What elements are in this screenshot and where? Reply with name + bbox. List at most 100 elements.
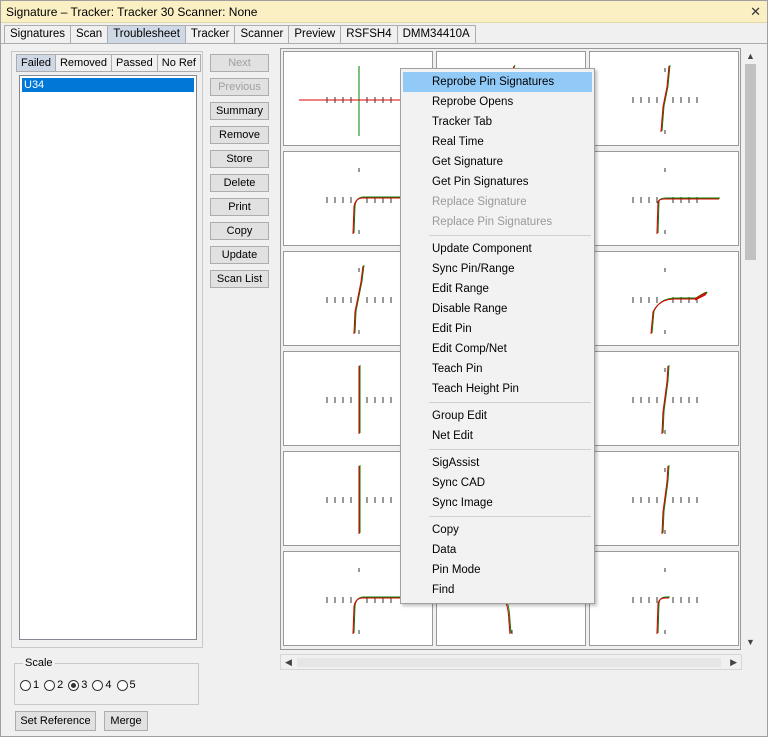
signature-panel[interactable] — [589, 51, 739, 146]
scale-option-2[interactable]: 2 — [44, 679, 63, 691]
scale-label: Scale — [23, 657, 55, 669]
menu-item-sigassist[interactable]: SigAssist — [403, 453, 592, 473]
tab-tracker[interactable]: Tracker — [184, 25, 236, 43]
menu-item-edit-pin[interactable]: Edit Pin — [403, 319, 592, 339]
tab-preview[interactable]: Preview — [288, 25, 342, 43]
scale-option-1[interactable]: 1 — [20, 679, 39, 691]
signature-plot — [632, 464, 698, 535]
signature-plot — [632, 268, 708, 335]
main-window: Signature – Tracker: Tracker 30 Scanner:… — [0, 0, 768, 737]
menu-item-copy[interactable]: Copy — [403, 520, 592, 540]
menu-item-disable-range[interactable]: Disable Range — [403, 299, 592, 319]
scale-option-4[interactable]: 4 — [92, 679, 112, 691]
list-tabs: Failed Removed Passed No Ref — [16, 54, 201, 72]
menu-item-sync-image[interactable]: Sync Image — [403, 493, 592, 513]
scroll-left-icon[interactable]: ◀ — [285, 657, 292, 668]
menu-item-teach-height-pin[interactable]: Teach Height Pin — [403, 379, 592, 399]
copy-button[interactable]: Copy — [210, 222, 269, 240]
menu-item-reprobe-opens[interactable]: Reprobe Opens — [403, 92, 592, 112]
radio-icon[interactable] — [92, 679, 104, 691]
radio-icon[interactable] — [20, 679, 31, 691]
menu-item-group-edit[interactable]: Group Edit — [403, 406, 592, 426]
signature-plot — [632, 64, 698, 134]
menu-item-reprobe-pin-signatures[interactable]: Reprobe Pin Signatures — [403, 72, 592, 92]
title-bar: Signature – Tracker: Tracker 30 Scanner:… — [1, 1, 767, 23]
tab-signatures[interactable]: Signatures — [4, 25, 71, 43]
list-tab-removed[interactable]: Removed — [54, 54, 113, 72]
signature-plot — [632, 568, 698, 635]
menu-separator — [429, 402, 591, 403]
scale-option-5[interactable]: 5 — [116, 679, 136, 691]
scale-option-label: 4 — [105, 679, 112, 691]
scan-list-button[interactable]: Scan List — [210, 270, 269, 288]
list-tab-no-ref[interactable]: No Ref — [156, 54, 201, 72]
tab-dmm34410a[interactable]: DMM34410A — [396, 25, 476, 43]
radio-icon[interactable] — [68, 679, 80, 691]
scale-option-3[interactable]: 3 — [68, 679, 87, 691]
scale-radios: 1 2 3 4 5 — [20, 679, 136, 691]
radio-icon[interactable] — [116, 679, 128, 691]
menu-item-data[interactable]: Data — [403, 540, 592, 560]
signature-panel[interactable] — [589, 251, 739, 346]
menu-item-sync-pin-range[interactable]: Sync Pin/Range — [403, 259, 592, 279]
signature-plot — [632, 364, 698, 435]
next-button[interactable]: Next — [210, 54, 269, 72]
menu-item-get-signature[interactable]: Get Signature — [403, 152, 592, 172]
menu-separator — [429, 516, 591, 517]
main-tabs: Signatures Scan Troublesheet Tracker Scanner… — [4, 25, 476, 43]
menu-item-edit-range[interactable]: Edit Range — [403, 279, 592, 299]
menu-item-get-pin-signatures[interactable]: Get Pin Signatures — [403, 172, 592, 192]
scale-option-label: 3 — [81, 679, 88, 691]
list-tab-passed[interactable]: Passed — [111, 54, 158, 72]
tab-troublesheet[interactable]: Troublesheet — [107, 25, 186, 43]
tab-divider — [1, 43, 767, 44]
menu-item-update-component[interactable]: Update Component — [403, 239, 592, 259]
failed-list[interactable]: U34 — [19, 75, 197, 640]
scroll-thumb[interactable] — [745, 64, 756, 260]
scroll-right-icon[interactable]: ▶ — [730, 657, 737, 668]
tab-scan[interactable]: Scan — [69, 25, 109, 43]
menu-item-replace-pin-signatures: Replace Pin Signatures — [432, 216, 553, 228]
scale-option-label: 2 — [57, 679, 64, 691]
scale-option-label: 1 — [33, 679, 40, 691]
scroll-up-icon[interactable]: ▲ — [746, 51, 755, 61]
hscroll-thumb[interactable] — [297, 658, 721, 667]
remove-button[interactable]: Remove — [210, 126, 269, 144]
summary-button[interactable]: Summary — [210, 102, 269, 120]
list-item[interactable]: U34 — [22, 78, 194, 92]
menu-separator — [429, 449, 591, 450]
signature-plot — [632, 168, 720, 235]
tab-scanner[interactable]: Scanner — [234, 25, 290, 43]
signature-panel[interactable] — [589, 451, 739, 546]
menu-item-find[interactable]: Find — [403, 580, 592, 600]
store-button[interactable]: Store — [210, 150, 269, 168]
scroll-down-icon[interactable]: ▼ — [746, 637, 755, 647]
delete-button[interactable]: Delete — [210, 174, 269, 192]
menu-item-tracker-tab[interactable]: Tracker Tab — [403, 112, 592, 132]
context-menu: Reprobe Pin Signatures Reprobe Opens Track… — [400, 68, 595, 604]
menu-separator — [429, 235, 591, 236]
scale-group: Scale 1 2 3 4 5 — [14, 657, 199, 705]
signature-panel[interactable] — [589, 351, 739, 446]
menu-item-real-time[interactable]: Real Time — [403, 132, 592, 152]
menu-item-pin-mode[interactable]: Pin Mode — [403, 560, 592, 580]
menu-item-edit-comp-net[interactable]: Edit Comp/Net — [403, 339, 592, 359]
update-button[interactable]: Update — [210, 246, 269, 264]
menu-item-net-edit[interactable]: Net Edit — [403, 426, 592, 446]
tab-rsfsh4[interactable]: RSFSH4 — [340, 25, 398, 43]
signature-panel[interactable] — [589, 151, 739, 246]
previous-button[interactable]: Previous — [210, 78, 269, 96]
close-icon[interactable]: ✕ — [750, 4, 761, 20]
list-tab-failed[interactable]: Failed — [16, 54, 56, 72]
window-title: Signature – Tracker: Tracker 30 Scanner:… — [6, 5, 258, 19]
horizontal-scrollbar[interactable]: ◀ ▶ — [280, 654, 742, 670]
menu-item-replace-signature: Replace Signature — [432, 196, 527, 208]
menu-item-teach-pin[interactable]: Teach Pin — [403, 359, 592, 379]
merge-button[interactable]: Merge — [104, 711, 148, 731]
menu-item-sync-cad[interactable]: Sync CAD — [403, 473, 592, 493]
radio-icon[interactable] — [44, 679, 56, 691]
signature-panel[interactable] — [589, 551, 739, 646]
set-reference-button[interactable]: Set Reference — [15, 711, 96, 731]
print-button[interactable]: Print — [210, 198, 269, 216]
vertical-scrollbar[interactable]: ▲ ▼ — [742, 48, 759, 650]
